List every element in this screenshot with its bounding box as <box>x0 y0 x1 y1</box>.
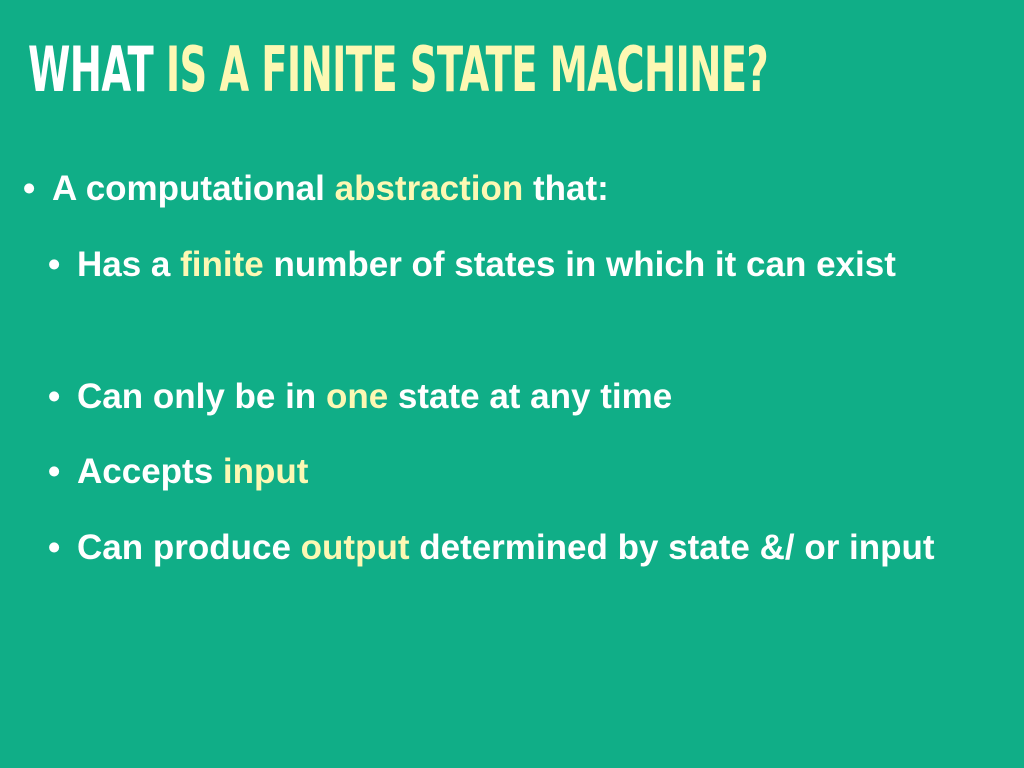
bullet-item-finite-states: • Has a finite number of states in which … <box>48 237 1017 293</box>
slide-title: WHAT IS A FINITE STATE MACHINE? <box>28 30 769 110</box>
slide: WHAT IS A FINITE STATE MACHINE? • A compu… <box>0 0 1024 768</box>
bullet-highlight: input <box>222 452 309 491</box>
bullet-item-accepts-input: • Accepts input <box>48 444 309 500</box>
bullet-highlight: one <box>325 377 389 416</box>
bullet-text-before: A computational <box>52 169 325 208</box>
bullet-highlight: finite <box>180 245 264 284</box>
bullet-item-one-state: • Can only be in one state at any time <box>48 369 673 425</box>
bullet-text-before: Has a <box>77 245 171 284</box>
slide-title-highlight: IS A FINITE STATE MACHINE? <box>165 33 769 106</box>
bullet-dot: • <box>23 169 36 208</box>
bullet-dot: • <box>48 245 61 284</box>
bullet-text-after: number of states in which it can exist <box>273 245 896 284</box>
bullet-item-computational-abstraction: • A computational abstraction that: <box>23 161 609 217</box>
bullet-highlight: output <box>300 528 410 567</box>
bullet-dot: • <box>48 452 61 491</box>
bullet-text-after: state at any time <box>397 377 673 416</box>
bullet-text-after: that: <box>533 169 609 208</box>
slide-title-lead: WHAT <box>28 33 154 106</box>
bullet-text-before: Can produce <box>77 528 291 567</box>
bullet-text-before: Accepts <box>77 452 214 491</box>
bullet-dot: • <box>48 528 61 567</box>
bullet-text-after: determined by state &/ or input <box>419 528 935 567</box>
bullet-dot: • <box>48 377 61 416</box>
bullet-item-produce-output: • Can produce output determined by state … <box>48 520 1017 576</box>
bullet-highlight: abstraction <box>334 169 524 208</box>
bullet-text-before: Can only be in <box>77 377 317 416</box>
